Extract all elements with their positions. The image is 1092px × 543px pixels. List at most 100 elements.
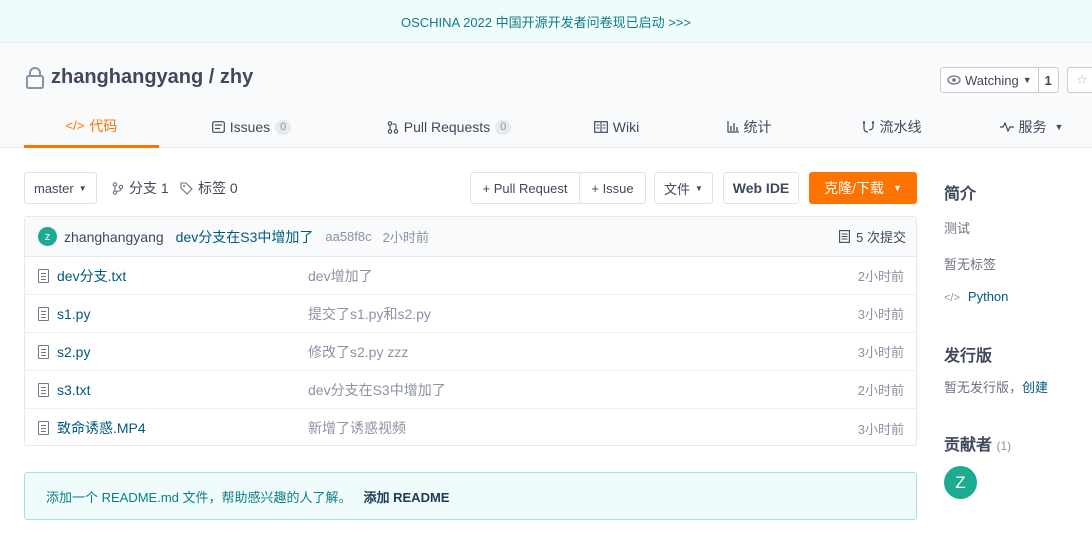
tab-wiki-label: Wiki bbox=[612, 119, 640, 135]
tab-services[interactable]: 服务 ▼ bbox=[964, 106, 1092, 148]
pulse-icon bbox=[999, 122, 1014, 132]
branch-select-value: master bbox=[34, 180, 74, 196]
tab-pull-requests[interactable]: Pull Requests 0 bbox=[344, 106, 554, 148]
file-commit-message[interactable]: 提交了s1.py和s2.py bbox=[308, 304, 431, 324]
branch-select[interactable]: master ▼ bbox=[24, 172, 97, 204]
file-menu-button[interactable]: 文件 ▼ bbox=[654, 172, 713, 204]
tab-services-label: 服务 bbox=[1018, 119, 1047, 135]
tags-link[interactable]: 标签 0 bbox=[180, 172, 238, 204]
contributors-title: 贡献者 bbox=[944, 437, 993, 454]
file-name[interactable]: 致命诱惑.MP4 bbox=[57, 418, 146, 438]
readme-notice-text: 添加一个 README.md 文件，帮助感兴趣的人了解。 bbox=[46, 489, 352, 505]
language-label: Python bbox=[967, 289, 1009, 304]
commit-hash[interactable]: aa58f8c bbox=[325, 229, 371, 244]
avatar[interactable]: z bbox=[38, 227, 57, 246]
file-commit-message[interactable]: 修改了s2.py zzz bbox=[308, 342, 408, 362]
branch-icon bbox=[112, 181, 124, 195]
commit-count-link[interactable]: 5 次提交 bbox=[839, 227, 906, 246]
chevron-down-icon: ▼ bbox=[1022, 75, 1032, 85]
commit-message[interactable]: dev分支在S3中增加了 bbox=[176, 227, 314, 247]
issues-icon bbox=[211, 121, 225, 133]
tab-code-label: 代码 bbox=[89, 117, 118, 134]
chevron-down-icon: ▼ bbox=[695, 183, 703, 193]
file-icon bbox=[38, 344, 49, 359]
tab-stats[interactable]: 统计 bbox=[679, 106, 819, 148]
table-row: 致命诱惑.MP4 新增了诱惑视频 3小时前 bbox=[25, 409, 916, 447]
readme-notice: 添加一个 README.md 文件，帮助感兴趣的人了解。 添加 README bbox=[24, 472, 917, 520]
tags-label: 标签 0 bbox=[198, 180, 238, 196]
pipeline-icon bbox=[862, 120, 874, 133]
file-name[interactable]: s2.py bbox=[57, 344, 90, 360]
star-icon: ☆ bbox=[1076, 72, 1088, 87]
no-release-text: 暂无发行版，创建 bbox=[944, 377, 1048, 396]
branches-link[interactable]: 分支 1 bbox=[112, 172, 169, 204]
lock-icon bbox=[26, 66, 44, 89]
chart-icon bbox=[726, 121, 739, 133]
no-release-label: 暂无发行版， bbox=[944, 380, 1023, 395]
file-icon bbox=[38, 268, 49, 283]
book-icon bbox=[593, 121, 608, 133]
tab-stats-label: 统计 bbox=[743, 119, 772, 135]
watch-button[interactable]: Watching ▼ bbox=[940, 67, 1039, 93]
file-list: z zhanghangyang dev分支在S3中增加了 aa58f8c 2小时… bbox=[24, 216, 917, 446]
document-icon bbox=[839, 230, 851, 243]
pull-request-icon bbox=[387, 120, 398, 134]
file-name[interactable]: s3.txt bbox=[57, 382, 90, 398]
watch-count[interactable]: 1 bbox=[1038, 67, 1059, 93]
announcement-banner: OSCHINA 2022 中国开源开发者问卷现已启动 >>> bbox=[0, 0, 1092, 43]
intro-heading: 简介 bbox=[944, 186, 977, 203]
file-time: 3小时前 bbox=[857, 421, 904, 437]
create-release-link[interactable]: 创建 bbox=[1022, 380, 1048, 395]
table-row: s1.py 提交了s1.py和s2.py 3小时前 bbox=[25, 295, 916, 333]
repo-tabs: </> 代码 Issues 0 Pull Requests 0 Wiki 统计 … bbox=[24, 106, 1092, 148]
tab-code[interactable]: </> 代码 bbox=[24, 106, 159, 148]
no-tags-text: 暂无标签 bbox=[944, 257, 997, 272]
tab-pipeline-label: 流水线 bbox=[879, 119, 922, 135]
tag-icon bbox=[180, 181, 193, 195]
chevron-down-icon: ▼ bbox=[1054, 122, 1064, 132]
file-commit-message[interactable]: dev增加了 bbox=[308, 266, 373, 286]
star-button[interactable]: ☆ bbox=[1067, 67, 1092, 93]
table-row: dev分支.txt dev增加了 2小时前 bbox=[25, 257, 916, 295]
file-time: 3小时前 bbox=[857, 307, 904, 322]
repo-title-group: zhanghangyang / zhy bbox=[25, 66, 253, 89]
release-heading: 发行版 bbox=[944, 348, 993, 365]
watch-control: Watching ▼ 1 bbox=[940, 67, 1059, 93]
table-row: s3.txt dev分支在S3中增加了 2小时前 bbox=[25, 371, 916, 409]
file-icon bbox=[38, 421, 49, 435]
avatar[interactable]: Z bbox=[944, 466, 977, 499]
issues-count-badge: 0 bbox=[275, 119, 292, 135]
tab-pull-requests-label: Pull Requests bbox=[403, 119, 491, 135]
repo-description: 测试 bbox=[944, 221, 971, 236]
tab-issues[interactable]: Issues 0 bbox=[159, 106, 344, 148]
file-commit-message[interactable]: dev分支在S3中增加了 bbox=[308, 380, 446, 400]
pull-requests-count-badge: 0 bbox=[495, 119, 512, 135]
web-ide-button[interactable]: Web IDE bbox=[723, 172, 799, 204]
banner-link[interactable]: OSCHINA 2022 中国开源开发者问卷现已启动 >>> bbox=[401, 12, 691, 31]
new-pull-request-button[interactable]: + Pull Request bbox=[470, 172, 580, 204]
table-row: s2.py 修改了s2.py zzz 3小时前 bbox=[25, 333, 916, 371]
clone-download-button[interactable]: 克隆/下载 ▼ bbox=[809, 172, 917, 204]
file-name[interactable]: s1.py bbox=[57, 306, 90, 322]
branches-label: 分支 1 bbox=[129, 180, 169, 196]
clone-download-label: 克隆/下载 bbox=[824, 180, 884, 196]
language-link[interactable]: </> Python bbox=[944, 289, 1008, 304]
new-issue-button[interactable]: + Issue bbox=[579, 172, 646, 204]
file-icon bbox=[38, 382, 49, 397]
file-commit-message[interactable]: 新增了诱惑视频 bbox=[308, 418, 406, 438]
commit-author[interactable]: zhanghangyang bbox=[64, 229, 164, 245]
code-icon: </> bbox=[65, 118, 85, 133]
file-menu-label: 文件 bbox=[664, 181, 691, 197]
tab-issues-label: Issues bbox=[229, 119, 271, 135]
tab-wiki[interactable]: Wiki bbox=[554, 106, 679, 148]
repo-title[interactable]: zhanghangyang / zhy bbox=[51, 66, 253, 89]
commit-count: 5 次提交 bbox=[856, 230, 906, 245]
code-icon: </> bbox=[944, 292, 960, 304]
file-time: 3小时前 bbox=[857, 345, 904, 360]
eye-icon bbox=[947, 75, 961, 85]
chevron-down-icon: ▼ bbox=[892, 183, 902, 193]
file-time: 2小时前 bbox=[857, 383, 904, 398]
tab-pipeline[interactable]: 流水线 bbox=[819, 106, 964, 148]
file-name[interactable]: dev分支.txt bbox=[57, 266, 126, 286]
add-readme-link[interactable]: 添加 README bbox=[364, 487, 450, 506]
